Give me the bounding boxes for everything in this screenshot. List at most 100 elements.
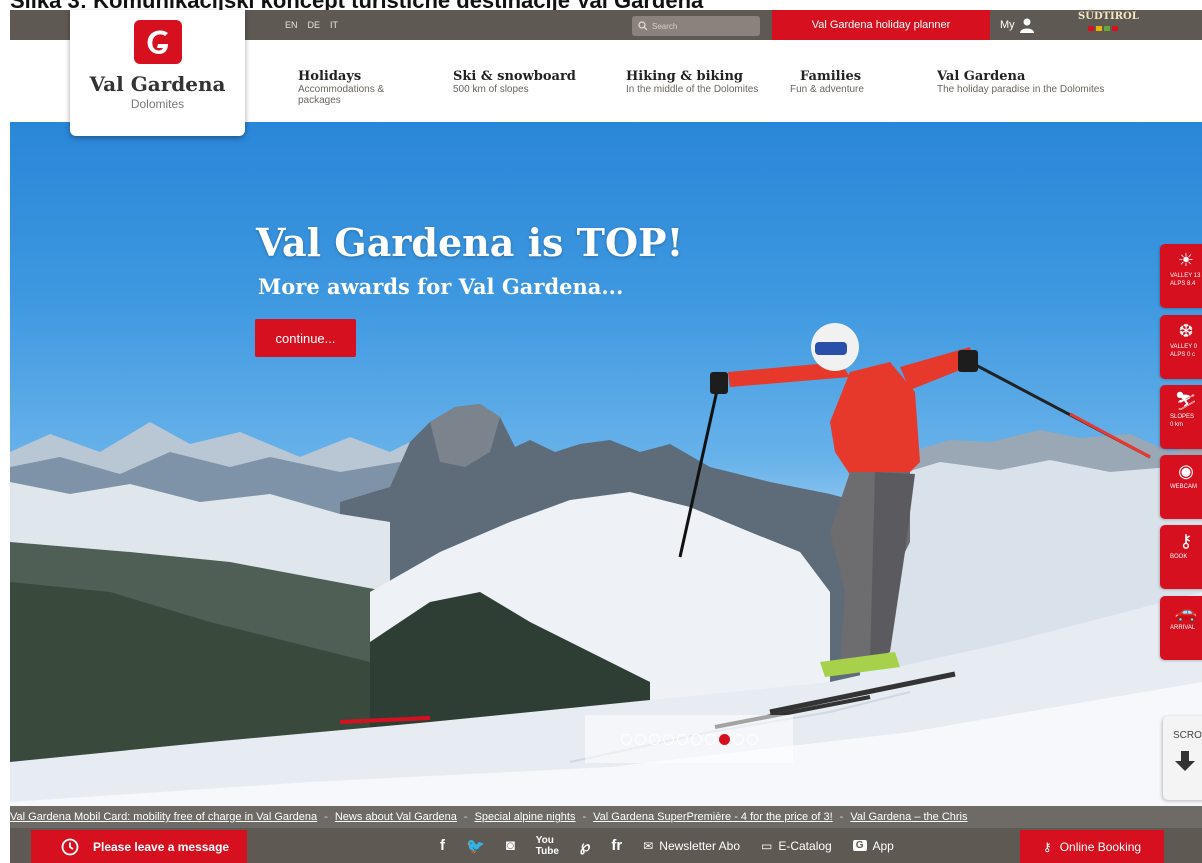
- flickr-icon[interactable]: fr: [611, 837, 622, 854]
- skier-icon: ⛷: [1174, 391, 1198, 411]
- tab-line2: ALPS 0 c: [1170, 352, 1196, 358]
- nav-subtitle: Accommodations & packages: [298, 84, 385, 106]
- leave-message-button[interactable]: Please leave a message: [31, 830, 247, 863]
- logo-name: Val Gardena: [89, 72, 226, 96]
- weather-snow-tab[interactable]: ❆ VALLEY 0 ALPS 0 c: [1160, 315, 1202, 379]
- webcam-tab[interactable]: ◉ WEBCAM: [1160, 455, 1202, 519]
- scroll-down-button[interactable]: SCROLL: [1163, 716, 1202, 800]
- news-ticker: Val Gardena Mobil Card: mobility free of…: [10, 806, 1202, 828]
- key-icon: ⚷: [1042, 839, 1052, 854]
- suedtirol-label: SÜDTIROL: [1078, 11, 1139, 22]
- book-icon: ▭: [761, 838, 773, 853]
- tab-line2: 0 km: [1170, 422, 1184, 428]
- ticker-link[interactable]: Val Gardena SuperPremière - 4 for the pr…: [593, 811, 832, 823]
- suedtirol-flag-icon: [1078, 26, 1128, 31]
- hero-headline: Val Gardena is TOP!: [256, 220, 684, 265]
- book-tab[interactable]: ⚷ BOOK: [1160, 525, 1202, 589]
- ticker-link[interactable]: News about Val Gardena: [335, 811, 457, 823]
- twitter-icon[interactable]: 🐦: [466, 837, 485, 855]
- nav-item-ski[interactable]: Ski & snowboard 500 km of slopes: [453, 69, 576, 96]
- hero-slider: Val Gardena is TOP! More awards for Val …: [10, 122, 1202, 828]
- search-box[interactable]: [632, 16, 760, 36]
- booking-label: Online Booking: [1059, 839, 1142, 854]
- nav-title: Holidays: [298, 69, 362, 84]
- continue-button[interactable]: continue...: [255, 319, 356, 357]
- clock-icon: [61, 838, 79, 855]
- envelope-icon: ✉: [643, 838, 654, 853]
- g-logo-icon: [133, 20, 182, 64]
- nav-item-hiking[interactable]: Hiking & biking In the middle of the Dol…: [626, 69, 759, 96]
- slider-dot[interactable]: [718, 733, 730, 745]
- catalog-link[interactable]: ▭ E-Catalog: [761, 839, 832, 853]
- ticker-link[interactable]: Val Gardena Mobil Card: mobility free of…: [10, 811, 317, 823]
- tab-line2: ALPS 8.4: [1170, 281, 1196, 287]
- car-icon: 🚗: [1174, 602, 1198, 622]
- search-icon: [638, 21, 648, 31]
- newsletter-link[interactable]: ✉ Newsletter Abo: [643, 839, 740, 853]
- my-label: My: [1000, 19, 1015, 31]
- tab-line1: VALLEY 0: [1170, 344, 1198, 350]
- slider-dot[interactable]: [676, 733, 688, 745]
- lang-it[interactable]: IT: [330, 20, 338, 30]
- arrow-down-icon: [1175, 751, 1195, 771]
- key-icon: ⚷: [1179, 531, 1193, 551]
- slopes-tab[interactable]: ⛷ SLOPES 0 km: [1160, 385, 1202, 449]
- weather-sun-tab[interactable]: ☀ VALLEY 13 ALPS 8.4: [1160, 244, 1202, 308]
- slider-dot[interactable]: [704, 733, 716, 745]
- search-input[interactable]: [652, 21, 752, 31]
- holiday-planner-button[interactable]: Val Gardena holiday planner: [772, 10, 990, 40]
- online-booking-button[interactable]: ⚷ Online Booking: [1020, 830, 1164, 863]
- hero-subheadline: More awards for Val Gardena...: [258, 274, 624, 299]
- ticker-link[interactable]: Val Gardena – the Chris: [850, 811, 967, 823]
- nav-subtitle: In the middle of the Dolomites: [626, 84, 759, 95]
- nav-subtitle: Fun & adventure: [790, 84, 864, 95]
- tab-line1: ARRIVAL: [1170, 625, 1196, 631]
- my-account-button[interactable]: My: [1000, 10, 1035, 40]
- slider-dot[interactable]: [732, 733, 744, 745]
- language-switcher: EN DE IT: [285, 10, 338, 40]
- snowflake-icon: ❆: [1178, 321, 1194, 341]
- tab-line1: BOOK: [1170, 554, 1188, 560]
- nav-title: Hiking & biking: [626, 69, 744, 84]
- catalog-label: E-Catalog: [778, 838, 832, 853]
- suedtirol-logo[interactable]: SÜDTIROL: [1078, 10, 1139, 31]
- slider-dot[interactable]: [634, 733, 646, 745]
- nav-title: Val Gardena: [937, 69, 1026, 84]
- instagram-icon[interactable]: ◙: [506, 837, 515, 854]
- webcam-icon: ◉: [1178, 461, 1194, 481]
- facebook-icon[interactable]: f: [440, 837, 445, 854]
- app-link[interactable]: G App: [852, 838, 894, 853]
- social-links: f 🐦 ◙ You Tube ℘ fr ✉ Newsletter Abo ▭ E-…: [440, 828, 894, 863]
- slider-dot[interactable]: [648, 733, 660, 745]
- ticker-link[interactable]: Special alpine nights: [475, 811, 576, 823]
- pinterest-icon[interactable]: ℘: [580, 837, 590, 855]
- nav-subtitle: 500 km of slopes: [453, 84, 529, 95]
- newsletter-label: Newsletter Abo: [659, 838, 740, 853]
- slider-dot[interactable]: [690, 733, 702, 745]
- val-gardena-logo[interactable]: Val Gardena Dolomites: [70, 10, 245, 136]
- slider-dot[interactable]: [620, 733, 632, 745]
- sun-icon: ☀: [1177, 250, 1195, 270]
- nav-subtitle: The holiday paradise in the Dolomites: [937, 84, 1105, 95]
- slider-pagination: [585, 715, 793, 763]
- slider-dot[interactable]: [662, 733, 674, 745]
- slider-dot[interactable]: [746, 733, 758, 745]
- bottom-bar: Please leave a message f 🐦 ◙ You Tube ℘ f…: [10, 828, 1202, 863]
- app-icon: G: [852, 840, 867, 851]
- message-label: Please leave a message: [93, 839, 230, 854]
- nav-item-families[interactable]: Families Fun & adventure: [790, 69, 864, 96]
- nav-title: Ski & snowboard: [453, 69, 576, 84]
- tab-line1: SLOPES: [1170, 414, 1195, 420]
- logo-subtitle: Dolomites: [130, 97, 185, 111]
- nav-item-holidays[interactable]: Holidays Accommodations & packages: [298, 69, 418, 107]
- lang-de[interactable]: DE: [308, 20, 321, 30]
- tab-line1: VALLEY 13: [1170, 273, 1201, 279]
- lang-en[interactable]: EN: [285, 20, 298, 30]
- arrival-tab[interactable]: 🚗 ARRIVAL: [1160, 596, 1202, 660]
- youtube-icon[interactable]: You Tube: [536, 835, 559, 857]
- user-icon: [1019, 18, 1034, 33]
- nav-title: Families: [800, 69, 862, 84]
- scroll-label: SCROLL: [1173, 730, 1202, 741]
- nav-item-val-gardena[interactable]: Val Gardena The holiday paradise in the …: [937, 69, 1105, 96]
- app-label: App: [872, 838, 894, 853]
